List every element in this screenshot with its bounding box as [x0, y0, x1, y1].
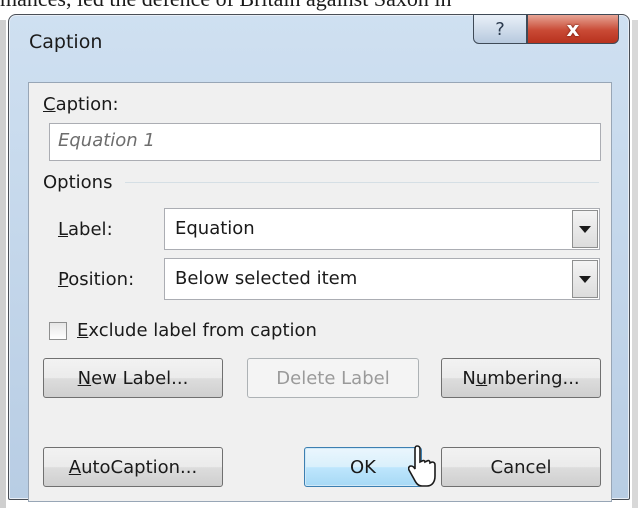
dialog-body: Caption: Equation 1 Options Label: Equat…: [28, 82, 612, 502]
numbering-button[interactable]: Nu mbering...: [441, 358, 601, 398]
label-dropdown-value: Equation: [175, 218, 255, 239]
options-group-divider: [125, 182, 599, 183]
label-field-label: Label:: [58, 219, 113, 240]
label-dropdown-button[interactable]: [572, 210, 598, 248]
cancel-button[interactable]: Cancel: [441, 447, 601, 487]
position-field-label: Position:: [58, 269, 135, 290]
position-dropdown[interactable]: Below selected item: [164, 258, 600, 300]
title-bar[interactable]: Caption ? x: [9, 14, 629, 63]
exclude-label-text[interactable]: Exclude label from caption: [77, 320, 317, 341]
autocaption-button[interactable]: AutoCaption...: [43, 447, 223, 487]
caption-input-value: Equation 1: [58, 130, 155, 151]
close-icon: x: [566, 17, 580, 41]
background-edge-right: [632, 20, 638, 508]
ok-button[interactable]: OK: [304, 447, 422, 487]
caption-label: Caption:: [43, 94, 119, 115]
close-button[interactable]: x: [527, 14, 619, 44]
dialog-title: Caption: [29, 31, 103, 53]
caption-input[interactable]: Equation 1: [49, 123, 601, 161]
exclude-label-checkbox[interactable]: [49, 322, 67, 340]
background-edge-left: [0, 20, 6, 508]
chevron-down-icon: [579, 275, 591, 283]
position-dropdown-value: Below selected item: [175, 268, 358, 289]
options-group-label: Options: [43, 172, 113, 193]
pointer-cursor-icon: [408, 445, 436, 487]
delete-label-button[interactable]: Delete Label: [247, 358, 419, 398]
new-label-button[interactable]: New Label...: [43, 358, 223, 398]
position-dropdown-button[interactable]: [572, 260, 598, 298]
label-dropdown[interactable]: Equation: [164, 208, 600, 250]
background-document-text: mances, led the defence of Britain again…: [0, 0, 451, 12]
help-icon: ?: [495, 18, 505, 40]
caption-dialog: Caption ? x Caption: Equation 1 Options …: [8, 14, 630, 502]
help-button[interactable]: ?: [473, 14, 527, 44]
chevron-down-icon: [579, 225, 591, 233]
